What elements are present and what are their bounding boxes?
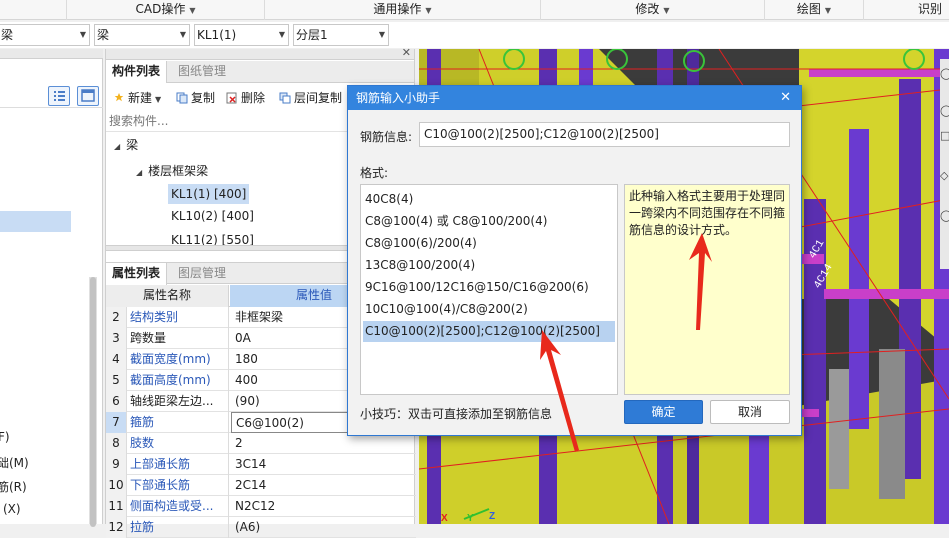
annotation-overlay	[540, 233, 712, 452]
red-arrow-diagonal	[540, 330, 579, 452]
red-arrow-up	[689, 233, 712, 330]
